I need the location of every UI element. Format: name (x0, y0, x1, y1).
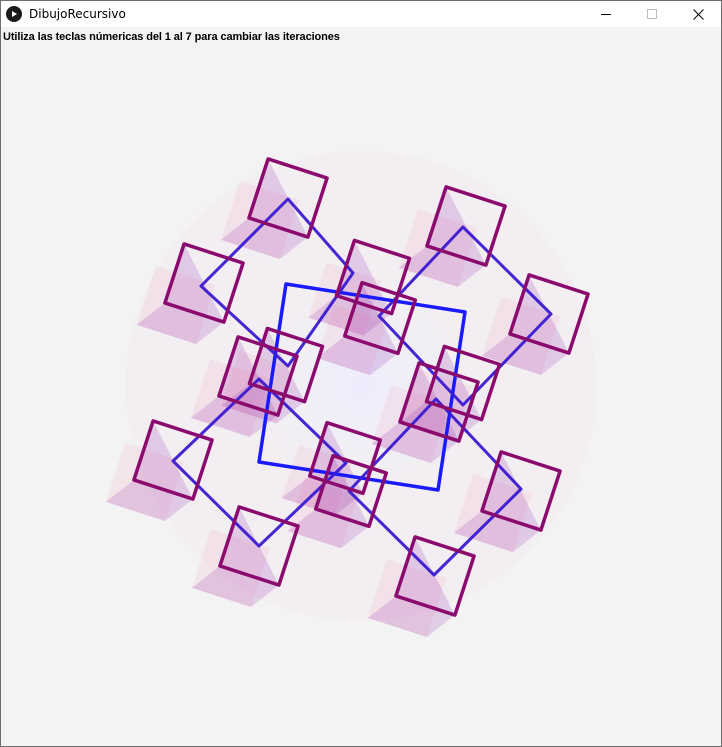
minimize-button[interactable] (583, 1, 629, 27)
app-window: DibujoRecursivo Utiliza las teclas númer… (0, 0, 722, 747)
window-title: DibujoRecursivo (29, 7, 126, 21)
close-icon (692, 8, 704, 20)
play-circle-icon (6, 6, 22, 22)
title-bar[interactable]: DibujoRecursivo (1, 1, 721, 27)
maximize-button[interactable] (629, 1, 675, 27)
close-button[interactable] (675, 1, 721, 27)
maximize-icon (647, 9, 657, 19)
recursive-fractal-drawing (105, 151, 596, 638)
drawing-canvas[interactable]: Utiliza las teclas númericas del 1 al 7 … (1, 27, 721, 746)
minimize-icon (601, 14, 611, 15)
window-controls (583, 1, 721, 27)
